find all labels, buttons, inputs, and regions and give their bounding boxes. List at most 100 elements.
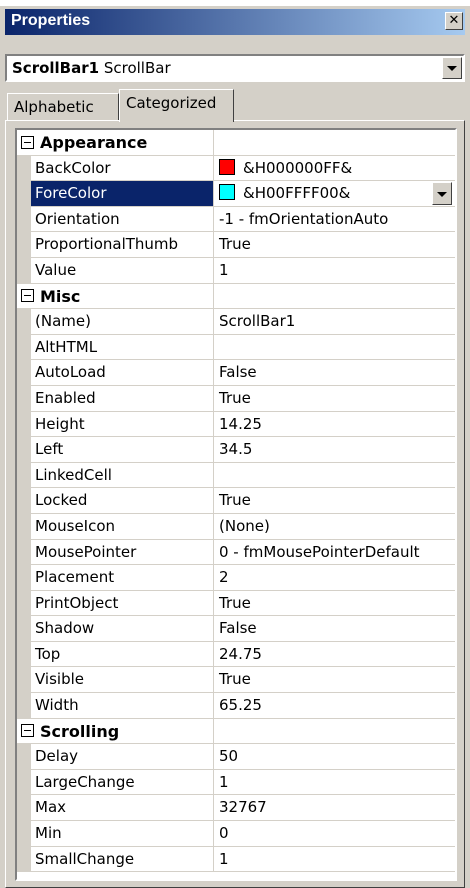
property-name[interactable]: Delay (31, 744, 214, 770)
property-name[interactable]: BackColor (31, 155, 214, 182)
close-button[interactable]: ✕ (445, 12, 463, 30)
row-gutter (17, 693, 31, 719)
category-label: Appearance (40, 133, 148, 152)
property-name[interactable]: MousePointer (31, 539, 214, 566)
object-selector-dropdown-button[interactable] (442, 57, 462, 79)
property-value[interactable]: 1 (214, 770, 455, 796)
property-row[interactable]: ForeColor &H00FFFF00& (17, 181, 455, 207)
property-value[interactable]: 14.25 (214, 412, 455, 438)
property-name[interactable]: SmallChange (31, 846, 214, 873)
property-row[interactable]: BackColor &H000000FF& (17, 155, 455, 182)
property-name[interactable]: ForeColor (31, 181, 214, 207)
property-name[interactable]: PrintObject (31, 590, 214, 617)
property-value[interactable]: True (214, 667, 455, 694)
row-gutter (17, 437, 31, 463)
property-value[interactable]: &H000000FF& (214, 156, 455, 182)
property-name[interactable]: MouseIcon (31, 513, 214, 540)
category-name-cell[interactable]: Scrolling (17, 718, 214, 745)
property-value[interactable]: &H00FFFF00& (214, 181, 455, 207)
property-value[interactable]: (None) (214, 514, 455, 540)
category-name-cell[interactable]: Appearance (17, 130, 214, 156)
property-row[interactable]: LinkedCell (17, 462, 455, 489)
property-row[interactable]: Value 1 (17, 257, 455, 284)
property-row[interactable]: AltHTML (17, 334, 455, 361)
property-row[interactable]: Enabled True (17, 385, 455, 412)
property-row[interactable]: ProportionalThumb True (17, 232, 455, 258)
tab-categorized[interactable]: Categorized (119, 89, 234, 122)
property-row[interactable]: PrintObject True (17, 590, 455, 617)
property-name[interactable]: Min (31, 821, 214, 847)
property-row[interactable]: MouseIcon (None) (17, 513, 455, 540)
collapse-icon[interactable] (21, 724, 34, 738)
property-value[interactable]: 32767 (214, 795, 455, 822)
row-gutter (17, 181, 31, 207)
property-value[interactable]: False (214, 360, 455, 386)
collapse-icon[interactable] (21, 135, 34, 149)
property-grid: Appearance BackColor &H000000FF& ForeColor &… (15, 128, 457, 881)
property-row[interactable]: Max 32767 (17, 795, 455, 822)
property-row[interactable]: AutoLoad False (17, 360, 455, 386)
category-name-cell[interactable]: Misc (17, 283, 214, 310)
row-gutter (17, 744, 31, 770)
property-value[interactable]: True (214, 386, 455, 412)
property-value[interactable]: True (214, 232, 455, 258)
property-value[interactable]: False (214, 616, 455, 642)
property-value[interactable]: True (214, 591, 455, 617)
property-row[interactable]: Top 24.75 (17, 641, 455, 668)
property-value[interactable]: 0 - fmMousePointerDefault (214, 540, 455, 566)
property-value[interactable]: 1 (214, 847, 455, 873)
property-name[interactable]: Value (31, 257, 214, 284)
property-row[interactable]: Placement 2 (17, 565, 455, 591)
property-row[interactable]: Visible True (17, 667, 455, 694)
property-name[interactable]: Height (31, 411, 214, 438)
property-row[interactable]: Width 65.25 (17, 693, 455, 719)
property-name[interactable]: Width (31, 693, 214, 719)
property-name[interactable]: ProportionalThumb (31, 232, 214, 258)
property-name[interactable]: Visible (31, 667, 214, 694)
property-value[interactable] (214, 335, 455, 361)
property-value[interactable]: 65.25 (214, 693, 455, 719)
property-value[interactable]: ScrollBar1 (214, 309, 455, 335)
property-value[interactable]: 50 (214, 744, 455, 770)
property-name[interactable]: LargeChange (31, 769, 214, 796)
property-name[interactable]: Shadow (31, 616, 214, 642)
property-row[interactable]: Shadow False (17, 616, 455, 642)
property-value[interactable] (214, 463, 455, 489)
tab-alphabetic[interactable]: Alphabetic (7, 93, 119, 121)
property-row[interactable]: (Name) ScrollBar1 (17, 309, 455, 335)
property-name[interactable]: Placement (31, 565, 214, 591)
property-row[interactable]: Locked True (17, 488, 455, 514)
property-name[interactable]: AltHTML (31, 334, 214, 361)
property-value[interactable]: 34.5 (214, 437, 455, 463)
property-name[interactable]: Enabled (31, 385, 214, 412)
value-dropdown-button[interactable] (432, 182, 452, 206)
property-name[interactable]: LinkedCell (31, 462, 214, 489)
category-row[interactable]: Scrolling (17, 718, 455, 745)
property-value[interactable]: True (214, 488, 455, 514)
category-row[interactable]: Appearance (17, 130, 455, 156)
title-bar[interactable]: Properties ✕ (5, 9, 465, 35)
property-row[interactable]: LargeChange 1 (17, 769, 455, 796)
property-row[interactable]: MousePointer 0 - fmMousePointerDefault (17, 539, 455, 566)
property-value[interactable]: 24.75 (214, 642, 455, 668)
property-name[interactable]: (Name) (31, 309, 214, 335)
property-row[interactable]: SmallChange 1 (17, 846, 455, 873)
property-value[interactable]: 2 (214, 565, 455, 591)
property-row[interactable]: Delay 50 (17, 744, 455, 770)
property-row[interactable]: Orientation -1 - fmOrientationAuto (17, 206, 455, 233)
property-name[interactable]: AutoLoad (31, 360, 214, 386)
property-value[interactable]: 1 (214, 258, 455, 284)
collapse-icon[interactable] (21, 289, 34, 303)
property-name[interactable]: Left (31, 437, 214, 463)
property-row[interactable]: Left 34.5 (17, 437, 455, 463)
property-name[interactable]: Top (31, 641, 214, 668)
property-name[interactable]: Max (31, 795, 214, 822)
property-name[interactable]: Locked (31, 488, 214, 514)
property-value[interactable]: -1 - fmOrientationAuto (214, 207, 455, 233)
category-row[interactable]: Misc (17, 283, 455, 310)
property-row[interactable]: Min 0 (17, 821, 455, 847)
property-name[interactable]: Orientation (31, 206, 214, 233)
property-row[interactable]: Height 14.25 (17, 411, 455, 438)
property-value[interactable]: 0 (214, 821, 455, 847)
object-selector[interactable]: ScrollBar1 ScrollBar (5, 54, 465, 82)
